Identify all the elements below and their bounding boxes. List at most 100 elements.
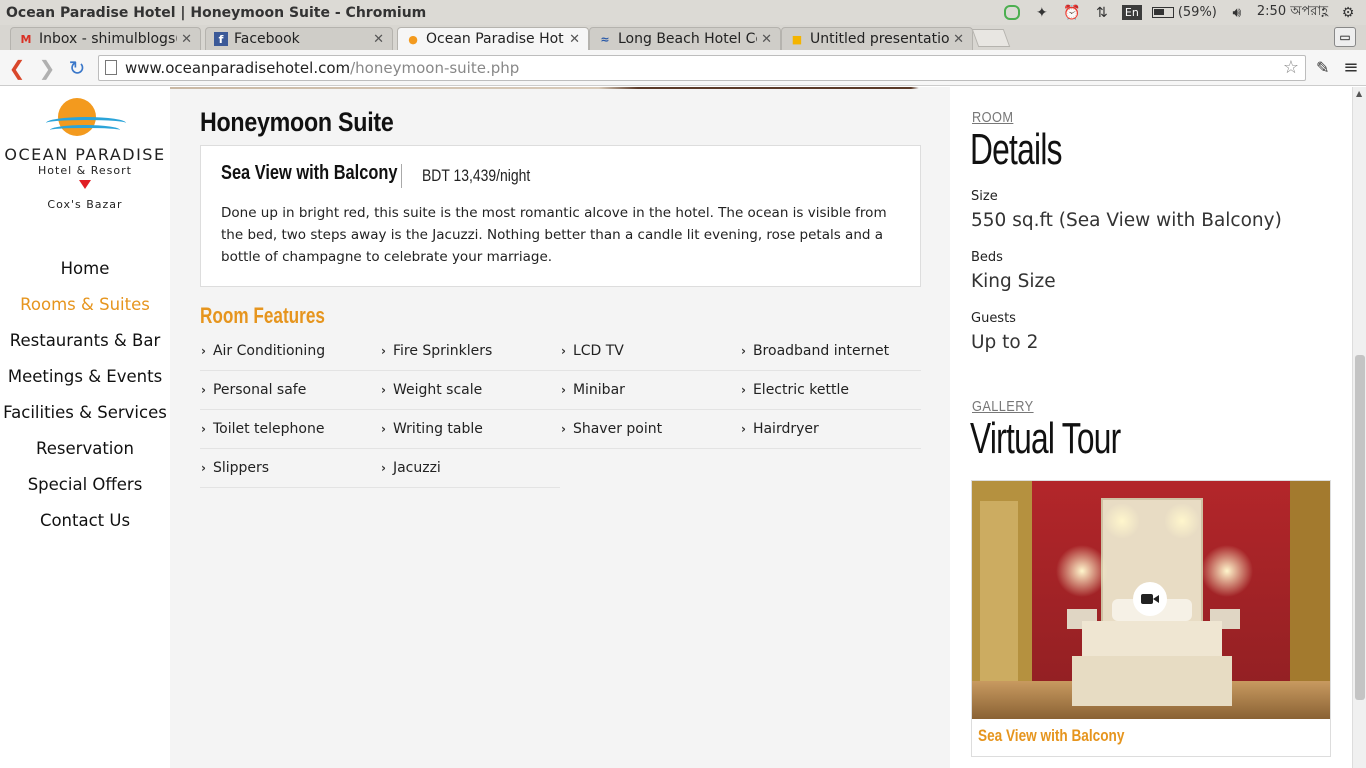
settings-gear-icon[interactable]: ⚙ — [1338, 4, 1358, 22]
window-control-icon[interactable]: ▭ — [1334, 27, 1356, 47]
scrollbar-thumb[interactable] — [1355, 355, 1365, 700]
chevron-right-icon: › — [381, 383, 386, 397]
hero-image-edge — [170, 87, 950, 89]
feature-label: Weight scale — [392, 382, 483, 398]
volume-icon[interactable]: 🔊︎ — [1227, 4, 1247, 22]
page-title: Honeymoon Suite — [200, 107, 394, 137]
address-bar[interactable]: www.oceanparadisehotel.com/honeymoon-sui… — [98, 54, 1306, 81]
virtual-tour-image[interactable] — [972, 481, 1330, 719]
feature-item: › Fire Sprinklers — [380, 332, 560, 371]
feature-item: › Broadband internet — [740, 332, 921, 371]
beds-value: King Size — [971, 271, 1056, 292]
reload-icon[interactable]: ↻ — [64, 55, 90, 81]
virtual-tour-caption[interactable]: Sea View with Balcony — [978, 726, 1124, 746]
forward-arrow-icon[interactable]: ❯ — [34, 55, 60, 81]
hotel-logo[interactable]: OCEAN PARADISE Hotel & Resort Cox's Baza… — [0, 95, 170, 211]
tab-label: Ocean Paradise Hot — [426, 31, 564, 47]
feature-label: Writing table — [392, 421, 483, 437]
nav-item-special-offers[interactable]: Special Offers — [0, 473, 170, 509]
window-title: Ocean Paradise Hotel | Honeymoon Suite -… — [6, 4, 427, 21]
logo-subtitle: Hotel & Resort — [38, 164, 132, 177]
details-kicker[interactable]: ROOM — [972, 109, 1013, 126]
feature-item: › Weight scale — [380, 371, 560, 410]
feature-label: Jacuzzi — [392, 460, 441, 476]
logo-wave-icon — [50, 125, 120, 135]
size-label: Size — [971, 189, 998, 204]
room-description: Done up in bright red, this suite is the… — [221, 205, 887, 265]
feature-item: › Shaver point — [560, 410, 740, 449]
url-path: /honeymoon-suite.php — [350, 58, 520, 77]
close-tab-icon[interactable]: ✕ — [181, 32, 192, 47]
chat-icon[interactable] — [1002, 4, 1022, 22]
facebook-icon: f — [214, 32, 228, 46]
nav-item-contact-us[interactable]: Contact Us — [0, 509, 170, 545]
chevron-right-icon: › — [561, 422, 566, 436]
page-scrollbar[interactable]: ▲ — [1352, 87, 1366, 768]
chevron-right-icon: › — [201, 344, 206, 358]
tab-slides[interactable]: ■ Untitled presentatio ✕ — [781, 27, 973, 50]
chevron-right-icon: › — [741, 344, 746, 358]
nav-item-home[interactable]: Home — [0, 257, 170, 293]
tab-label: Inbox - shimulblogs( — [39, 31, 178, 47]
battery-indicator[interactable]: (59%) — [1151, 5, 1217, 20]
feature-item: › Electric kettle — [740, 371, 921, 410]
feature-label: LCD TV — [572, 343, 624, 359]
nav-item-meetings-events[interactable]: Meetings & Events — [0, 365, 170, 401]
tab-label: Facebook — [234, 31, 300, 47]
alarm-clock-icon[interactable]: ⏰ — [1062, 4, 1082, 22]
dropbox-icon[interactable]: ✦ — [1032, 4, 1052, 22]
feature-item: › Jacuzzi — [380, 449, 560, 488]
guests-value: Up to 2 — [971, 332, 1039, 353]
feature-item: › Writing table — [380, 410, 560, 449]
beds-label: Beds — [971, 250, 1003, 265]
gallery-kicker[interactable]: GALLERY — [972, 398, 1034, 415]
feature-item: › Minibar — [560, 371, 740, 410]
virtual-tour-card[interactable]: Sea View with Balcony — [971, 480, 1331, 757]
tab-facebook[interactable]: f Facebook ✕ — [205, 27, 393, 50]
close-tab-icon[interactable]: ✕ — [373, 32, 384, 47]
tab-label: Long Beach Hotel Co — [618, 31, 758, 47]
chevron-right-icon: › — [201, 461, 206, 475]
feature-label: Minibar — [572, 382, 625, 398]
chevron-right-icon: › — [561, 383, 566, 397]
size-value: 550 sq.ft (Sea View with Balcony) — [971, 210, 1282, 231]
site-sidebar: OCEAN PARADISE Hotel & Resort Cox's Baza… — [0, 87, 170, 768]
close-tab-icon[interactable]: ✕ — [569, 32, 580, 47]
back-arrow-icon[interactable]: ❮ — [4, 55, 30, 81]
bookmark-star-icon[interactable]: ☆ — [1283, 57, 1299, 78]
scroll-up-icon[interactable]: ▲ — [1356, 89, 1362, 98]
network-arrows-icon[interactable]: ⇅ — [1092, 4, 1112, 22]
divider — [401, 164, 402, 188]
feature-label: Toilet telephone — [212, 421, 325, 437]
close-tab-icon[interactable]: ✕ — [761, 32, 772, 47]
nav-item-reservation[interactable]: Reservation — [0, 437, 170, 473]
nav-item-restaurants-bar[interactable]: Restaurants & Bar — [0, 329, 170, 365]
chevron-right-icon: › — [201, 383, 206, 397]
nav-item-rooms-suites[interactable]: Rooms & Suites — [0, 293, 170, 329]
menu-icon[interactable]: ≡ — [1343, 57, 1358, 78]
feature-item: › Personal safe — [200, 371, 380, 410]
tab-label: Untitled presentatio — [810, 31, 950, 47]
close-tab-icon[interactable]: ✕ — [953, 32, 964, 47]
logo-location: Cox's Bazar — [47, 198, 123, 211]
extension-icon[interactable]: ✎ — [1316, 58, 1329, 77]
ocean-paradise-icon: ● — [408, 32, 418, 46]
keyboard-layout-indicator[interactable]: En — [1121, 5, 1142, 20]
tab-long-beach[interactable]: ≈ Long Beach Hotel Co ✕ — [589, 27, 781, 50]
features-heading: Room Features — [200, 303, 325, 328]
feature-item: › Toilet telephone — [200, 410, 380, 449]
tab-gmail[interactable]: M Inbox - shimulblogs( ✕ — [10, 27, 201, 50]
video-camera-icon[interactable] — [1133, 582, 1167, 616]
feature-label: Electric kettle — [752, 382, 849, 398]
battery-icon — [1151, 7, 1174, 18]
nav-item-facilities-services[interactable]: Facilities & Services — [0, 401, 170, 437]
tab-ocean-paradise[interactable]: ● Ocean Paradise Hot ✕ — [397, 27, 589, 50]
clock[interactable]: 2:50 অপরাহ্ণ — [1257, 2, 1328, 23]
chevron-right-icon: › — [381, 422, 386, 436]
room-type: Sea View with Balcony — [221, 162, 398, 184]
room-price: BDT 13,439/night — [422, 166, 531, 185]
new-tab-button[interactable] — [971, 29, 1011, 47]
battery-percent: (59%) — [1177, 5, 1217, 20]
os-top-panel: Ocean Paradise Hotel | Honeymoon Suite -… — [0, 0, 1366, 25]
chevron-right-icon: › — [741, 422, 746, 436]
